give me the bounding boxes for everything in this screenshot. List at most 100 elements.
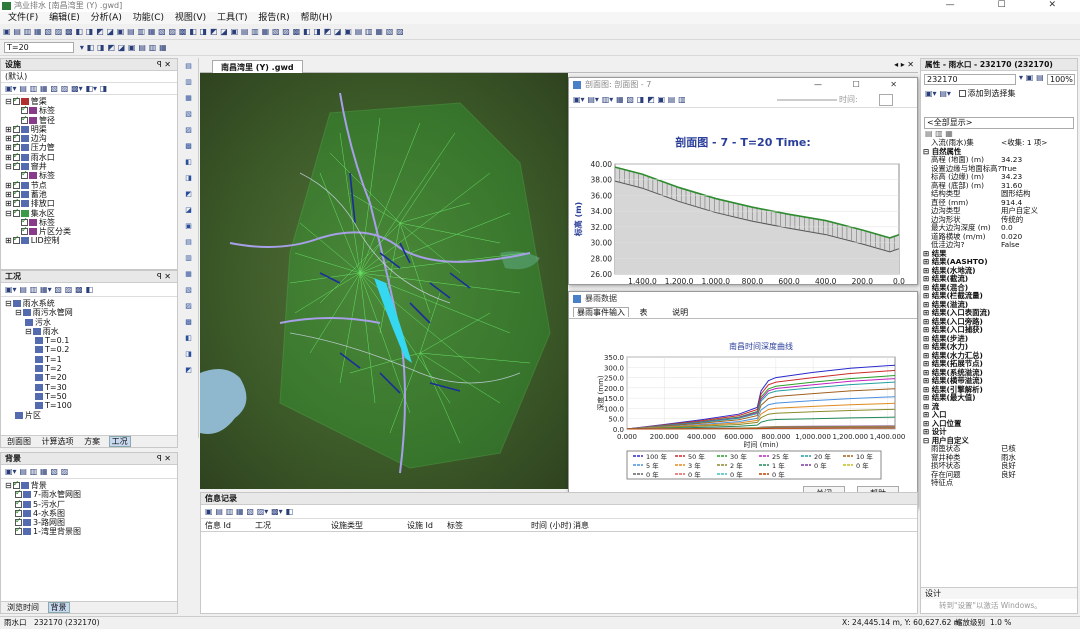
collapse-icon[interactable]: ⊟ [15,308,22,317]
tool-button[interactable]: ◧ [179,330,198,346]
background-layer-item[interactable]: 4-水系图 [5,507,177,518]
expand-icon[interactable]: ⊞ [5,125,12,134]
work-node-item[interactable]: ⊟ 雨水系统 [5,299,177,308]
work-toolbar[interactable]: ▣▾ ▤ ▥ ▦▾ ▧ ▨ ▩ ◧ [1,283,177,297]
facility-layer-item[interactable]: 标签 [5,104,177,115]
facility-layer-item[interactable]: ⊟ 集水区 [5,207,177,218]
work-node-item[interactable]: T=20 [5,373,177,382]
facilities-filter[interactable]: (默认) [1,71,177,83]
tool-button[interactable]: ▧ [179,106,198,122]
tool-button[interactable]: ▥ [179,250,198,266]
tool-button[interactable]: ◪ [179,202,198,218]
tab-storm-input[interactable]: 暴雨事件输入 [573,307,629,317]
tool-button[interactable]: ◩ [179,186,198,202]
window-controls[interactable]: — ☐ ✕ [946,0,1076,10]
toolbar-button[interactable]: ▾ ◧ ◨ ◩ ◪ ▣ ▤ ▥ ▦ [80,42,167,54]
menu-view[interactable]: 视图(V) [175,13,206,23]
properties-nav-buttons[interactable]: ▣▾ ▤▾ [925,89,951,98]
visibility-checkbox[interactable] [21,225,28,236]
message-column-header[interactable]: 时间 (小时) [531,519,572,532]
tool-button[interactable]: ▨ [179,298,198,314]
tool-button[interactable]: ▤ [179,58,198,74]
tab-profile[interactable]: 剖面图 [5,437,33,446]
message-column-header[interactable]: 标签 [447,519,463,532]
message-column-header[interactable]: 工况 [255,519,271,532]
facility-layer-item[interactable]: ⊞ 排放口 [5,197,177,208]
tab-table[interactable]: 表 [640,308,648,317]
collapse-icon[interactable]: ⊟ [5,481,12,490]
toolbar-button[interactable]: ▣ ▤ ▥ ▦ ▧ ▨ ▩ ◧ ◨ ◩ ◪ ▣ ▤ ▥ ▦ ▧ ▨ ▩ ◧ ◨ … [3,26,404,38]
message-column-header[interactable]: 设施类型 [331,519,363,532]
expand-icon[interactable]: ⊞ [5,143,12,152]
tab-background[interactable]: 背景 [47,602,70,613]
tab-calc-options[interactable]: 计算选项 [40,437,76,446]
tool-button[interactable]: ▣ [179,218,198,234]
visibility-checkbox[interactable] [12,160,20,171]
facility-layer-item[interactable]: 标签 [5,169,177,180]
work-node-item[interactable]: T=0.2 [5,345,177,354]
work-node-item[interactable]: T=100 [5,401,177,410]
tool-button[interactable]: ▦ [179,266,198,282]
work-node-item[interactable]: T=50 [5,392,177,401]
property-category[interactable]: ⊞ 结果(最大值) [921,393,1077,403]
message-column-header[interactable]: 设施 Id [407,519,433,532]
background-layer-item[interactable]: 1-湾里背景图 [5,525,177,536]
expand-icon[interactable]: ⊞ [5,236,12,245]
tool-button[interactable]: ▥ [179,74,198,90]
collapse-icon[interactable]: ⊟ [25,327,32,336]
visibility-checkbox[interactable] [12,234,20,245]
visibility-checkbox[interactable] [15,525,22,536]
zoom-input[interactable]: 100% [1047,74,1075,85]
expand-icon[interactable]: ⊞ [5,199,12,208]
expand-icon[interactable]: ⊞ [5,153,12,162]
property-value[interactable]: <收集: 1 项> [1001,138,1047,148]
pin-icon[interactable]: ꟼ ✕ [157,59,171,71]
work-node-item[interactable]: T=30 [5,383,177,392]
tool-button[interactable]: ◨ [179,346,198,362]
menu-help[interactable]: 帮助(H) [301,13,333,23]
message-toolbar[interactable]: ▣ ▤ ▥ ▦ ▧ ▨▾ ▩▾ ◧ [201,505,917,519]
pin-icon[interactable]: ꟼ ✕ [157,453,171,465]
expand-icon[interactable]: ⊞ [5,190,12,199]
visibility-checkbox[interactable] [21,114,28,124]
menu-edit[interactable]: 编辑(E) [49,13,80,23]
property-row[interactable]: 特征点 [921,478,1077,488]
time-input[interactable] [879,94,893,106]
tool-button[interactable]: ◩ [179,362,198,378]
work-node-item[interactable]: 污水 [5,318,177,327]
facility-layer-item[interactable]: 标签 [5,216,177,227]
tab-map-document[interactable]: 南昌湾里 (Y) .gwd [212,60,303,73]
tool-button[interactable]: ▦ [179,90,198,106]
profile-toolbar-buttons[interactable]: ▣▾ ▤▾ ▥▾ ▦ ▧ ◨ ◩ ▣ ▤ ▥ [573,95,686,104]
visibility-checkbox[interactable] [21,169,28,180]
tab-work[interactable]: 工况 [108,436,131,447]
pin-icon[interactable]: ꟼ ✕ [157,271,171,283]
menu-analysis[interactable]: 分析(A) [91,13,122,23]
work-node-item[interactable]: ⊟ 雨水 [5,327,177,336]
tab-browse-time[interactable]: 浏览时间 [5,603,41,612]
collapse-icon[interactable]: ⊟ [5,209,12,218]
tool-button[interactable]: ▩ [179,138,198,154]
visibility-checkbox[interactable] [12,207,20,217]
tool-button[interactable]: ▩ [179,314,198,330]
facility-layer-item[interactable]: ⊞ 雨水口 [5,151,177,162]
work-node-item[interactable]: 片区 [5,411,177,420]
tool-button[interactable]: ◨ [179,170,198,186]
background-layer-item[interactable]: 7-雨水管网图 [5,488,177,499]
background-toolbar[interactable]: ▣▾ ▤ ▥ ▦ ▧ ▨ [1,465,177,479]
work-node-item[interactable]: ⊟ 雨污水管网 [5,308,177,317]
map-canvas[interactable] [200,73,568,489]
doc-tab-controls[interactable]: ◂ ▸ ✕ [894,60,914,69]
background-layer-item[interactable]: 5-污水厂 [5,498,177,509]
background-layer-item[interactable]: 3-路网图 [5,516,177,527]
properties-buttons[interactable]: ▾ ▣ ▤ [1019,73,1044,82]
facility-layer-item[interactable]: ⊞ 压力管 [5,141,177,152]
add-fav-checkbox[interactable] [959,90,967,97]
facility-layer-item[interactable]: ⊞ 节点 [5,179,177,190]
menu-report[interactable]: 报告(R) [258,13,289,23]
facility-layer-item[interactable]: ⊞ 蓄池 [5,188,177,199]
facilities-toolbar[interactable]: ▣▾ ▤ ▥ ▦ ▧ ▨ ▩▾ ◧▾ ◨ [1,83,177,95]
expand-icon[interactable]: ⊞ [5,134,12,143]
menu-tools[interactable]: 工具(T) [217,13,248,23]
facility-layer-item[interactable]: 管径 [5,114,177,125]
